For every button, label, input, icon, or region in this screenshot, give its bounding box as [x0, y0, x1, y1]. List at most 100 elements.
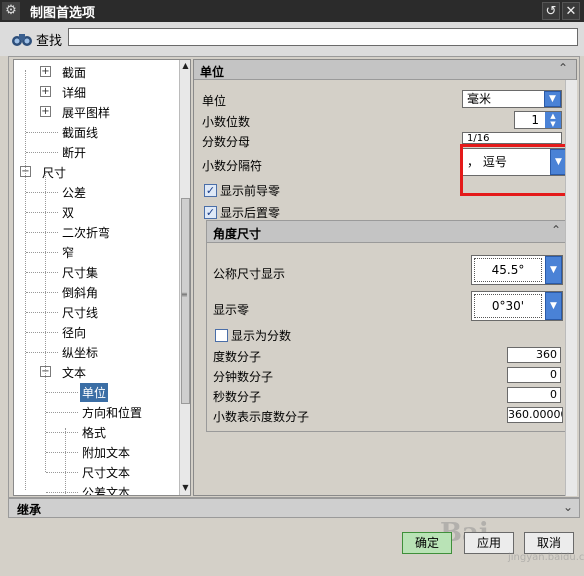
- tree-connector: [26, 332, 58, 333]
- tree-scrollbar[interactable]: ▲ ▼ ≡: [179, 60, 190, 495]
- inherit-section-header[interactable]: 继承 ⌄: [8, 498, 580, 518]
- tree-connector: [46, 392, 78, 393]
- units-section-title: 单位: [200, 65, 225, 79]
- dec-num-field[interactable]: 360.00000: [507, 407, 563, 423]
- spin-arrows-icon[interactable]: ▲ ▼: [545, 112, 561, 128]
- min-num-field[interactable]: 0: [507, 367, 561, 383]
- tree-item-label: 公差文本: [82, 486, 131, 496]
- window-title: 制图首选项: [30, 5, 96, 21]
- trailing-zeros-checkbox[interactable]: ✓ 显示后置零: [204, 204, 280, 221]
- chevron-down-icon[interactable]: ▼: [545, 256, 562, 284]
- collapse-icon[interactable]: ⌃: [551, 223, 561, 237]
- button-bar: Bai 确定 应用 取消 jingyan.baidu.com: [0, 518, 584, 576]
- tree-connector: [65, 428, 66, 495]
- ok-button[interactable]: 确定: [402, 532, 452, 554]
- decimals-value: 1: [531, 113, 539, 127]
- tree-item[interactable]: 尺寸文本: [14, 462, 176, 482]
- tree-item[interactable]: 单位: [14, 382, 176, 402]
- show-zero-select[interactable]: 0°30' ▼: [471, 291, 563, 321]
- properties-panel: 单位 ⌃ 单位 毫米 ▼ 小数位数 1 ▲ ▼ 分数分母 1/16 小数分隔符 ，…: [193, 59, 577, 496]
- tree-item[interactable]: 截面线: [14, 122, 176, 142]
- nominal-select[interactable]: 45.5° ▼: [471, 255, 563, 285]
- tree-item-label: 详细: [62, 86, 87, 100]
- nominal-label: 公称尺寸显示: [213, 267, 286, 281]
- properties-scrollbar[interactable]: [565, 80, 577, 496]
- tree-connector: [46, 432, 78, 433]
- tree-item[interactable]: 尺寸集: [14, 262, 176, 282]
- tree-item[interactable]: 方向和位置: [14, 402, 176, 422]
- tree-item-label: 尺寸线: [62, 306, 99, 320]
- tree-item[interactable]: + 截面: [14, 62, 176, 82]
- category-tree: + 截面 + 详细 + 展平图样截面线 断开 − 尺寸 公差双二次折弯窄尺寸集倒斜角尺寸线径向纵坐…: [13, 59, 191, 496]
- tree-item-label: 格式: [82, 426, 107, 440]
- fraction-label: 分数分母: [202, 135, 251, 149]
- leading-zeros-checkbox[interactable]: ✓ 显示前导零: [204, 182, 280, 199]
- tree-item[interactable]: 公差文本: [14, 482, 176, 496]
- tree-connector: [26, 232, 58, 233]
- gear-icon[interactable]: ⚙: [2, 2, 20, 20]
- fraction-select[interactable]: 1/16: [462, 132, 562, 144]
- expand-icon[interactable]: +: [40, 106, 51, 117]
- min-num-label: 分钟数分子: [213, 370, 274, 384]
- tree-item[interactable]: − 文本: [14, 362, 176, 382]
- expand-icon[interactable]: +: [40, 66, 51, 77]
- reset-icon[interactable]: ↺: [542, 2, 560, 20]
- tree-item[interactable]: + 展平图样: [14, 102, 176, 122]
- angle-section-title: 角度尺寸: [213, 227, 262, 241]
- dec-num-label: 小数表示度数分子: [213, 410, 310, 424]
- tree-connector: [46, 412, 78, 413]
- tree-item[interactable]: 径向: [14, 322, 176, 342]
- tree-item[interactable]: 窄: [14, 242, 176, 262]
- tree-item[interactable]: 公差: [14, 182, 176, 202]
- check-icon: ✓: [204, 206, 217, 219]
- angle-section-header[interactable]: 角度尺寸 ⌃: [207, 221, 567, 243]
- decimals-stepper[interactable]: 1 ▲ ▼: [514, 111, 562, 129]
- tree-item[interactable]: + 详细: [14, 82, 176, 102]
- tree-item-label: 径向: [62, 326, 87, 340]
- tree-item[interactable]: 断开: [14, 142, 176, 162]
- find-input[interactable]: [68, 28, 578, 46]
- tree-item[interactable]: − 尺寸: [14, 162, 176, 182]
- tree-item[interactable]: 二次折弯: [14, 222, 176, 242]
- tree-item-label: 截面: [62, 66, 87, 80]
- cancel-button[interactable]: 取消: [524, 532, 574, 554]
- sec-num-label: 秒数分子: [213, 390, 262, 404]
- deg-num-label: 度数分子: [213, 350, 262, 364]
- unit-select[interactable]: 毫米 ▼: [462, 90, 562, 108]
- tree-item-label: 尺寸集: [62, 266, 99, 280]
- tree-item[interactable]: 尺寸线: [14, 302, 176, 322]
- close-icon[interactable]: ✕: [562, 2, 580, 20]
- tree-connector: [26, 132, 58, 133]
- sec-num-field[interactable]: 0: [507, 387, 561, 403]
- tree-item[interactable]: 格式: [14, 422, 176, 442]
- trailing-zeros-label: 显示后置零: [220, 206, 281, 220]
- tree-item[interactable]: 双: [14, 202, 176, 222]
- collapse-icon[interactable]: ⌃: [556, 61, 570, 77]
- deg-num-field[interactable]: 360: [507, 347, 561, 363]
- tree-connector: [26, 352, 58, 353]
- chevron-down-icon[interactable]: ▼: [544, 91, 561, 107]
- tree-scroll-thumb[interactable]: [181, 198, 190, 404]
- chevron-down-icon[interactable]: ▼: [545, 292, 562, 320]
- inherit-title: 继承: [17, 503, 42, 517]
- tree-item-label: 展平图样: [62, 106, 111, 120]
- tree-item-label: 文本: [62, 366, 87, 380]
- tree-item[interactable]: 纵坐标: [14, 342, 176, 362]
- find-bar: 查找: [0, 22, 584, 56]
- expand-icon[interactable]: +: [40, 86, 51, 97]
- as-fraction-label: 显示为分数: [231, 329, 292, 343]
- tree-item-label: 附加文本: [82, 446, 131, 460]
- tree-connector: [26, 272, 58, 273]
- tree-item-label: 窄: [62, 246, 75, 260]
- as-fraction-checkbox[interactable]: 显示为分数: [215, 327, 291, 344]
- show-zero-label: 显示零: [213, 303, 250, 317]
- expand-icon[interactable]: ⌄: [563, 500, 573, 514]
- units-section-header[interactable]: 单位 ⌃: [194, 60, 576, 80]
- scroll-up-icon[interactable]: ▲: [180, 60, 190, 72]
- scroll-down-icon[interactable]: ▼: [180, 482, 190, 494]
- find-label: 查找: [36, 33, 63, 49]
- apply-button[interactable]: 应用: [464, 532, 514, 554]
- tree-item[interactable]: 附加文本: [14, 442, 176, 462]
- tree-item[interactable]: 倒斜角: [14, 282, 176, 302]
- binoculars-icon: [12, 34, 32, 46]
